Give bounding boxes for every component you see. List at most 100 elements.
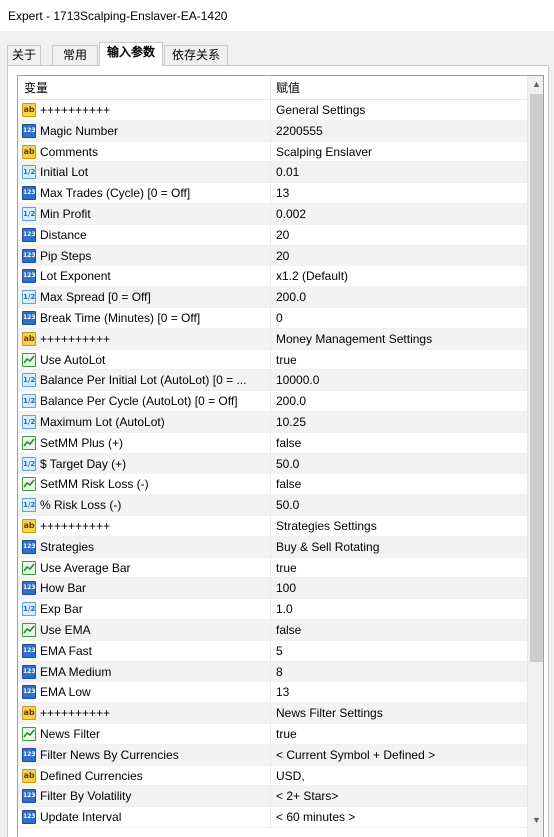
table-row[interactable]: ab ++++++++++ Strategies Settings	[18, 515, 527, 537]
variable-value[interactable]: 0.002	[276, 204, 524, 224]
cell-divider	[270, 723, 271, 744]
variable-value[interactable]: Strategies Settings	[276, 516, 524, 536]
table-row[interactable]: 1/2 Balance Per Initial Lot (AutoLot) [0 …	[18, 370, 527, 392]
table-row[interactable]: 123 EMA Low 13	[18, 682, 527, 704]
column-divider[interactable]	[270, 76, 271, 100]
scrollbar-thumb[interactable]	[530, 94, 543, 662]
column-header-variable[interactable]: 变量	[24, 76, 48, 100]
variable-value[interactable]: true	[276, 724, 524, 744]
table-row[interactable]: Use EMA false	[18, 619, 527, 641]
column-header-value[interactable]: 赋值	[276, 76, 300, 100]
table-row[interactable]: 123 Pip Steps 20	[18, 245, 527, 267]
variable-value[interactable]: x1.2 (Default)	[276, 266, 524, 286]
variable-value[interactable]: 200.0	[276, 391, 524, 411]
variable-value[interactable]: 8	[276, 662, 524, 682]
variable-name: Magic Number	[40, 123, 119, 138]
variable-value[interactable]: < 60 minutes >	[276, 807, 524, 827]
table-row[interactable]: 1/2 Balance Per Cycle (AutoLot) [0 = Off]…	[18, 391, 527, 412]
table-row[interactable]: Use AutoLot true	[18, 349, 527, 371]
variable-value[interactable]: News Filter Settings	[276, 703, 524, 723]
table-row[interactable]: 123 Filter News By Currencies < Current Sy…	[18, 744, 527, 766]
table-row[interactable]: 1/2 Maximum Lot (AutoLot) 10.25	[18, 411, 527, 433]
variable-value[interactable]: < 2+ Stars>	[276, 786, 524, 806]
table-row[interactable]: Use Average Bar true	[18, 557, 527, 579]
table-row[interactable]: SetMM Plus (+) false	[18, 432, 527, 454]
table-row[interactable]: ab ++++++++++ General Settings	[18, 100, 527, 121]
variable-value[interactable]: 20	[276, 225, 524, 245]
variable-value[interactable]: 13	[276, 183, 524, 203]
scroll-down-arrow-icon[interactable]: ▼	[528, 812, 543, 829]
variable-value[interactable]: 1.0	[276, 599, 524, 619]
tab-inputs[interactable]: 输入参数	[99, 42, 163, 66]
table-row[interactable]: 123 Lot Exponent x1.2 (Default)	[18, 266, 527, 288]
table-row[interactable]: ab Comments Scalping Enslaver	[18, 141, 527, 163]
table-row[interactable]: SetMM Risk Loss (-) false	[18, 474, 527, 496]
table-row[interactable]: 123 Filter By Volatility < 2+ Stars>	[18, 786, 527, 808]
variable-value[interactable]: 2200555	[276, 121, 524, 141]
string-icon: ab	[22, 706, 36, 721]
table-row[interactable]: 123 Strategies Buy & Sell Rotating	[18, 536, 527, 558]
variable-value[interactable]: 0	[276, 308, 524, 328]
variable-value[interactable]: true	[276, 350, 524, 370]
variable-value[interactable]: 13	[276, 682, 524, 702]
table-row[interactable]: 1/2 Exp Bar 1.0	[18, 599, 527, 620]
variable-value[interactable]: 10000.0	[276, 370, 524, 390]
variable-name: Min Profit	[40, 206, 91, 221]
variable-value[interactable]: 50.0	[276, 454, 524, 474]
table-row[interactable]: ab ++++++++++ Money Management Settings	[18, 328, 527, 350]
variable-name: Exp Bar	[40, 602, 83, 617]
table-row[interactable]: 123 Update Interval < 60 minutes >	[18, 807, 527, 828]
variable-value[interactable]: Money Management Settings	[276, 329, 524, 349]
table-row[interactable]: 1/2 Min Profit 0.002	[18, 203, 527, 225]
table-row[interactable]: 123 EMA Fast 5	[18, 640, 527, 662]
integer-icon: 123	[22, 310, 36, 325]
table-row[interactable]: ab Defined Currencies USD,	[18, 765, 527, 787]
variable-value[interactable]: Scalping Enslaver	[276, 142, 524, 162]
table-row[interactable]: 1/2 Max Spread [0 = Off] 200.0	[18, 287, 527, 308]
cell-divider	[270, 100, 271, 120]
scroll-up-arrow-icon[interactable]: ▲	[528, 76, 543, 93]
table-row[interactable]: 123 Distance 20	[18, 224, 527, 246]
variable-value[interactable]: Buy & Sell Rotating	[276, 537, 524, 557]
variable-value[interactable]: 200.0	[276, 287, 524, 307]
variable-value[interactable]: 5	[276, 641, 524, 661]
table-row[interactable]: 123 EMA Medium 8	[18, 661, 527, 683]
variable-value[interactable]: < Current Symbol + Defined >	[276, 745, 524, 765]
variable-value[interactable]: 10.25	[276, 412, 524, 432]
tab-common[interactable]: 常用	[52, 45, 98, 65]
cell-divider	[270, 391, 271, 412]
variable-value[interactable]: false	[276, 474, 524, 494]
variable-value[interactable]: General Settings	[276, 100, 524, 120]
variable-name: $ Target Day (+)	[40, 456, 127, 471]
table-row[interactable]: 123 Max Trades (Cycle) [0 = Off] 13	[18, 183, 527, 204]
table-row[interactable]: 1/2 Initial Lot 0.01	[18, 162, 527, 184]
inputs-grid: 变量 赋值 ab ++++++++++ General Settings 123 Mag…	[17, 75, 544, 837]
variable-value[interactable]: false	[276, 433, 524, 453]
vertical-scrollbar[interactable]: ▲ ▼	[527, 76, 543, 837]
table-row[interactable]: 1/2 % Risk Loss (-) 50.0	[18, 495, 527, 516]
variable-name: ++++++++++	[40, 331, 111, 346]
tab-about[interactable]: 关于	[7, 45, 41, 65]
cell-divider	[270, 141, 271, 162]
table-row[interactable]: News Filter true	[18, 723, 527, 745]
variable-value[interactable]: 100	[276, 578, 524, 598]
variable-name: Max Spread [0 = Off]	[40, 290, 151, 305]
variable-name: EMA Low	[40, 685, 91, 700]
variable-value[interactable]: USD,	[276, 766, 524, 786]
variable-value[interactable]: false	[276, 620, 524, 640]
cell-divider	[270, 661, 271, 682]
variable-value[interactable]: true	[276, 558, 524, 578]
table-row[interactable]: ab ++++++++++ News Filter Settings	[18, 703, 527, 724]
tab-dependencies[interactable]: 依存关系	[164, 45, 228, 65]
string-icon: ab	[22, 518, 36, 533]
double-icon: 1/2	[22, 498, 36, 513]
double-icon: 1/2	[22, 206, 36, 221]
table-row[interactable]: 123 How Bar 100	[18, 578, 527, 600]
variable-value[interactable]: 50.0	[276, 495, 524, 515]
table-row[interactable]: 1/2 $ Target Day (+) 50.0	[18, 453, 527, 475]
table-row[interactable]: 123 Break Time (Minutes) [0 = Off] 0	[18, 307, 527, 329]
integer-icon: 123	[22, 664, 36, 679]
table-row[interactable]: 123 Magic Number 2200555	[18, 120, 527, 142]
variable-value[interactable]: 0.01	[276, 162, 524, 182]
variable-value[interactable]: 20	[276, 246, 524, 266]
